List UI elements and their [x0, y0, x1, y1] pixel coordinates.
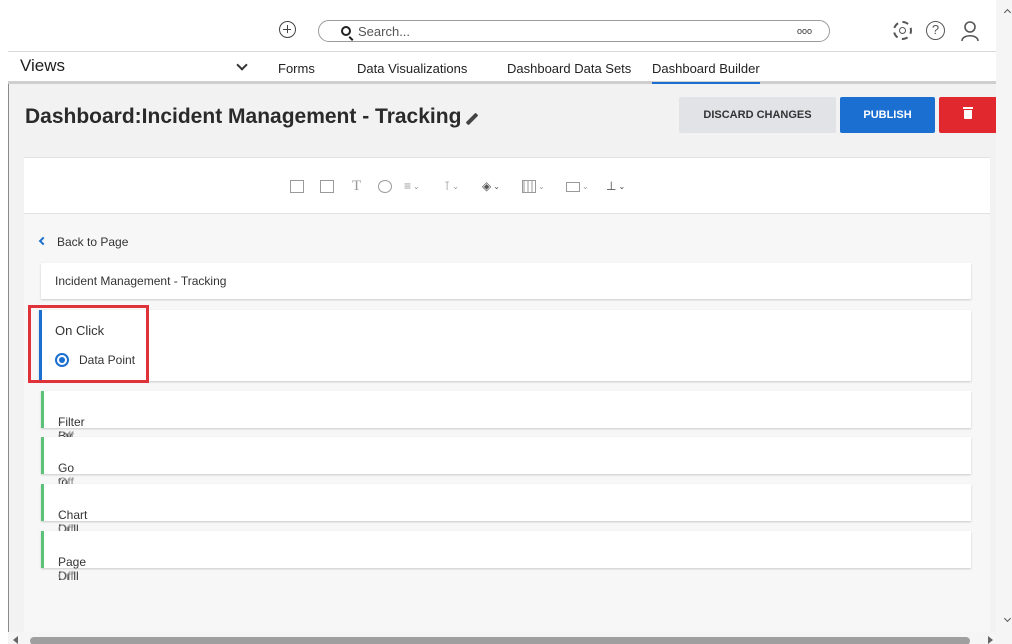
annotation-highlight-box: [28, 305, 149, 383]
visualization-title-card[interactable]: Incident Management - Tracking: [41, 263, 971, 299]
vertical-scrollbar[interactable]: [996, 0, 1012, 644]
settings-gear-icon[interactable]: [893, 21, 912, 40]
builder-toolbar: T ≡ ⌄ ⊺ ⌄ ◈ ⌄ ⌄ ⌄ ⊥ ⌄: [24, 158, 990, 214]
add-icon[interactable]: [279, 21, 296, 38]
tab-forms[interactable]: Forms: [278, 61, 315, 76]
layers-icon[interactable]: ◈ ⌄: [482, 178, 500, 194]
scroll-right-icon[interactable]: [988, 636, 993, 644]
scroll-left-icon[interactable]: [13, 636, 18, 644]
on-click-card: On Click Data Point: [39, 310, 971, 381]
delete-button[interactable]: [939, 97, 997, 133]
export-icon[interactable]: ⊥ ⌄: [606, 178, 625, 194]
back-to-page-link[interactable]: Back to Page: [57, 235, 128, 249]
user-icon[interactable]: [960, 20, 980, 42]
tab-dashboard-data-sets[interactable]: Dashboard Data Sets: [507, 61, 631, 76]
action-filter-by[interactable]: Filter By - Off: [41, 391, 971, 443]
filter-icon[interactable]: ≡ ⌄: [404, 178, 420, 194]
tab-dashboard-builder[interactable]: Dashboard Builder: [652, 61, 760, 84]
publish-button[interactable]: PUBLISH: [840, 97, 935, 133]
visualization-title: Incident Management - Tracking: [55, 274, 227, 288]
page-title: Dashboard:Incident Management - Tracking: [25, 105, 462, 128]
action-chart-drill-down[interactable]: Chart Drill Down - Off: [41, 484, 971, 550]
views-dropdown-label[interactable]: Views: [20, 56, 65, 76]
nav-bar: Views Forms Data Visualizations Dashboar…: [8, 52, 996, 84]
trash-icon: [963, 107, 973, 119]
help-icon[interactable]: ?: [926, 21, 945, 40]
tab-data-visualizations[interactable]: Data Visualizations: [357, 61, 467, 76]
layout-icon[interactable]: ⌄: [566, 178, 589, 194]
action-page-drill[interactable]: Page Drill - Off: [41, 531, 971, 583]
action-state: - Off: [58, 555, 74, 583]
search-input[interactable]: Search... ooo: [318, 20, 830, 42]
image-icon[interactable]: [320, 178, 334, 194]
chart-icon[interactable]: [290, 178, 304, 194]
more-options-icon[interactable]: ooo: [797, 27, 817, 36]
action-go-to-url[interactable]: Go to URL - Off: [41, 437, 971, 503]
horizontal-scrollbar-thumb[interactable]: [30, 637, 970, 644]
discard-changes-button[interactable]: DISCARD CHANGES: [679, 97, 836, 133]
text-icon[interactable]: T: [352, 178, 361, 194]
gauge-icon[interactable]: [378, 178, 392, 194]
align-icon[interactable]: ⊺ ⌄: [444, 178, 459, 194]
search-placeholder: Search...: [358, 24, 411, 39]
grid-icon[interactable]: ⌄: [522, 178, 545, 194]
search-icon: [341, 26, 351, 36]
chevron-down-icon[interactable]: [236, 59, 248, 71]
